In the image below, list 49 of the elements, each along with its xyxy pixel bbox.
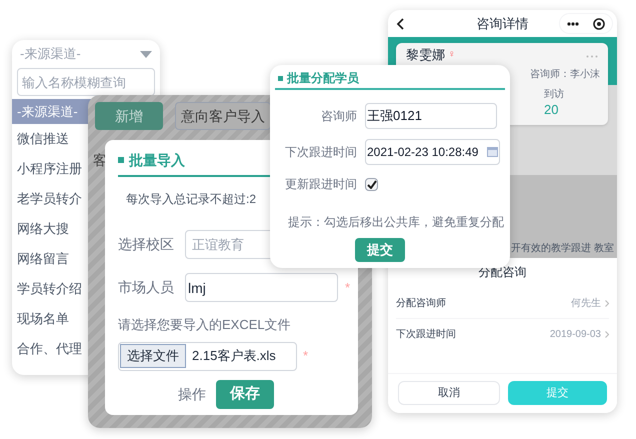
- date-value: 2021-02-23 10:28:49: [367, 144, 478, 161]
- import-button[interactable]: 意向客户导入: [175, 102, 271, 130]
- field-label: 咨询师: [320, 108, 357, 125]
- visits-label: 到访: [544, 88, 564, 102]
- chevron-icon: [605, 330, 609, 338]
- target-icon: [593, 18, 605, 30]
- square-icon: [118, 157, 124, 163]
- capsule-menu[interactable]: [559, 13, 613, 34]
- row-value: 2019-09-03: [550, 328, 601, 342]
- consultant-text: 咨询师：李小沫: [530, 68, 600, 82]
- row-value: 何先生: [571, 296, 601, 311]
- field-label: 下次跟进时间: [284, 144, 357, 161]
- marketer-field[interactable]: lmj: [185, 273, 338, 302]
- import-limit-text: 每次导入总记录不超过:2: [125, 191, 258, 208]
- checkbox[interactable]: [365, 178, 378, 190]
- hint-text: 提示：勾选后移出公共库，避免重复分配: [287, 214, 505, 231]
- file-prompt: 请选择您要导入的EXCEL文件: [118, 316, 292, 334]
- required-mark: *: [303, 347, 308, 366]
- search-field[interactable]: 输入名称模糊查询: [17, 68, 155, 96]
- caret-icon: [140, 50, 152, 58]
- sheet-row[interactable]: 下次跟进时间 2019-09-03: [396, 319, 609, 349]
- chevron-icon: [605, 300, 609, 307]
- back-icon: [396, 18, 404, 30]
- square-icon: [278, 76, 283, 80]
- more-icon: [586, 55, 598, 58]
- cancel-button[interactable]: 取消: [398, 381, 500, 405]
- field-label: 更新跟进时间: [284, 176, 357, 193]
- gender-symbol: ♀: [448, 48, 456, 62]
- background-text: 开有效的教学跟进 教室: [511, 242, 614, 256]
- dialog-title: 批量导入: [129, 150, 185, 170]
- student-name: 黎雯娜: [406, 46, 445, 64]
- marketer-label: 市场人员: [118, 278, 174, 297]
- sheet-row[interactable]: 分配咨询师 何先生: [396, 289, 609, 319]
- screen-title: 咨询详情: [476, 14, 528, 33]
- visits-count: 20: [544, 101, 558, 119]
- required-mark: *: [345, 278, 350, 297]
- consultant-field[interactable]: 王强0121: [365, 103, 497, 129]
- date-field[interactable]: 2021-02-23 10:28:49: [365, 139, 500, 165]
- file-name: 2.15客户表.xls: [192, 347, 276, 366]
- file-field[interactable]: 选择文件 2.15客户表.xls: [118, 342, 297, 370]
- row-label: 下次跟进时间: [396, 328, 456, 342]
- calendar-icon: [487, 147, 498, 157]
- dialog-title: 批量分配学员: [287, 70, 359, 87]
- label-fragment: 客: [93, 151, 107, 170]
- more-icon: [567, 22, 579, 26]
- row-label: 分配咨询师: [396, 297, 446, 311]
- action-label: 操作: [178, 384, 206, 404]
- campus-label: 选择校区: [118, 235, 174, 254]
- choose-file-button[interactable]: 选择文件: [120, 344, 186, 368]
